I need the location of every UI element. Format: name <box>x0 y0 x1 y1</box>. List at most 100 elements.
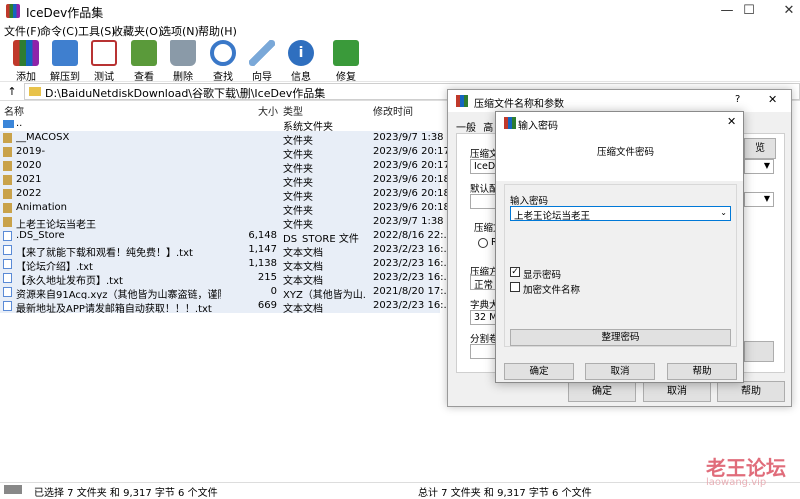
folder-row[interactable]: 2019- 文件夹 2023/9/6 20:17 <box>0 145 448 161</box>
cell-name: 2021 <box>16 174 42 185</box>
cell-modified: 2023/9/6 20:18 <box>373 188 448 199</box>
password-header: 压缩文件密码 <box>496 134 743 181</box>
find-button[interactable]: 查找 <box>203 40 243 83</box>
password-dialog-title: 输入密码 <box>518 121 558 132</box>
chevron-down-icon: ▼ <box>763 194 770 203</box>
cell-modified: 2023/9/6 20:18 <box>373 174 448 185</box>
folder-row[interactable]: 2022 文件夹 2023/9/6 20:18 <box>0 187 448 203</box>
password-ok-button[interactable]: 确定 <box>504 363 574 380</box>
books-add-icon <box>13 40 39 66</box>
menu-options[interactable]: 选项(N) <box>160 23 199 39</box>
dialog-title-bar: 压缩文件名称和参数 ? ✕ <box>448 90 791 112</box>
organize-passwords-button[interactable]: 整理密码 <box>510 329 731 346</box>
password-cancel-button[interactable]: 取消 <box>585 363 655 380</box>
cell-type: 文本文档 <box>283 304 323 315</box>
help-icon[interactable]: ? <box>735 94 740 105</box>
title-bar: IceDev作品集 — ☐ ✕ <box>0 0 800 22</box>
folder-row[interactable]: 上老王论坛当老王 文件夹 2023/9/7 1:38 <box>0 215 444 231</box>
column-size[interactable]: 大小 <box>258 103 278 118</box>
menu-help[interactable]: 帮助(H) <box>198 23 237 39</box>
parent-folder-row[interactable]: .. 系统文件夹 <box>0 117 450 133</box>
repair-book-icon <box>333 40 359 66</box>
window-title: IceDev作品集 <box>26 6 104 20</box>
cell-modified: 2023/9/6 20:17 <box>373 146 448 157</box>
cell-name: 最新地址及APP请发邮箱自动获取！！！.txt <box>16 304 212 315</box>
column-name[interactable]: 名称 <box>4 103 24 118</box>
cell-modified: 2023/9/7 1:38 <box>373 216 444 227</box>
chevron-down-icon: ▼ <box>763 161 770 170</box>
parent-folder-icon <box>3 120 14 128</box>
file-row[interactable]: 【来了就能下载和观看！纯免费！】.txt 1,147 文本文档 2023/2/23 1… <box>0 243 448 259</box>
file-row[interactable]: 资源来自91Acg.xyz（其他皆为山寨盗链，谨防被...0XYZ（其他皆为山.… <box>0 285 448 301</box>
cell-name: Animation <box>16 202 67 213</box>
view-button[interactable]: 查看 <box>124 40 164 83</box>
cell-modified: 2022/8/16 22:... <box>373 230 448 241</box>
wizard-button[interactable]: 向导 <box>242 40 282 83</box>
folder-row[interactable]: 2020 文件夹 2023/9/6 20:17 <box>0 159 448 175</box>
profile-dropdown[interactable]: ▼ <box>744 192 774 207</box>
archive-name-dropdown[interactable]: ▼ <box>744 159 774 174</box>
folder-row[interactable]: Animation 文件夹 2023/9/6 20:18 <box>0 201 448 217</box>
cell-size: 0 <box>270 286 277 297</box>
close-button[interactable]: ✕ <box>766 0 800 22</box>
cell-modified: 2023/9/6 20:17 <box>373 160 448 171</box>
wand-icon <box>249 40 275 66</box>
file-row[interactable]: .DS_Store 6,148 DS_STORE 文件 2022/8/16 22:..… <box>0 229 448 245</box>
cell-size: 1,138 <box>248 258 277 269</box>
up-arrow-icon[interactable]: ↑ <box>4 84 20 99</box>
password-close-button[interactable]: ✕ <box>727 115 736 128</box>
menu-command[interactable]: 命令(C) <box>40 23 78 39</box>
cell-modified: 2023/2/23 16:... <box>373 300 448 311</box>
watermark-url: laowang.vip <box>706 477 767 488</box>
cell-size: 215 <box>257 272 277 283</box>
menu-file[interactable]: 文件(F) <box>4 23 41 39</box>
cell-name: __MACOSX <box>16 132 70 143</box>
file-icon <box>3 259 12 269</box>
menu-favorites[interactable]: 收藏夹(O) <box>112 23 162 39</box>
browse-button[interactable]: 览 <box>744 138 776 159</box>
repair-button[interactable]: 修复 <box>326 40 366 83</box>
info-button[interactable]: i 信息 <box>281 40 321 83</box>
help-button[interactable]: 帮助 <box>717 381 785 402</box>
encrypt-names-checkbox[interactable] <box>510 282 520 292</box>
encrypt-names-label: 加密文件名称 <box>523 285 581 296</box>
menu-bar: 文件(F) 命令(C) 工具(S) 收藏夹(O) 选项(N) 帮助(H) <box>0 22 800 38</box>
extract-to-button[interactable]: 解压到 <box>45 40 85 83</box>
cell-name: .. <box>16 118 23 129</box>
password-help-button[interactable]: 帮助 <box>667 363 737 380</box>
cell-modified: 2021/8/20 17:... <box>373 286 448 297</box>
info-icon: i <box>288 40 314 66</box>
column-modified[interactable]: 修改时间 <box>373 103 413 118</box>
folder-icon <box>3 217 12 227</box>
password-input[interactable]: 上老王论坛当老王 ⌄ <box>510 206 731 221</box>
show-password-label: 显示密码 <box>523 270 562 281</box>
enter-password-label: 输入密码 <box>510 196 549 207</box>
delete-button[interactable]: 删除 <box>163 40 203 83</box>
cell-name: 2022 <box>16 188 42 199</box>
dialog-title: 压缩文件名称和参数 <box>474 99 564 110</box>
folder-row[interactable]: __MACOSX 文件夹 2023/9/7 1:38 <box>0 131 444 147</box>
file-row[interactable]: 【永久地址发布页】.txt 215 文本文档 2023/2/23 16:... <box>0 271 448 287</box>
cell-modified: 2023/2/23 16:... <box>373 258 448 269</box>
file-row[interactable]: 【论坛介绍】.txt 1,138 文本文档 2023/2/23 16:... <box>0 257 448 273</box>
ok-button[interactable]: 确定 <box>568 381 636 402</box>
file-row[interactable]: 最新地址及APP请发邮箱自动获取！！！.txt 669 文本文档 2023/2/23 … <box>0 299 448 315</box>
folder-icon <box>3 175 12 185</box>
test-button[interactable]: 测试 <box>84 40 124 83</box>
side-button[interactable] <box>744 341 774 362</box>
add-button[interactable]: 添加 <box>6 40 46 83</box>
show-password-checkbox[interactable]: ✓ <box>510 267 520 277</box>
cell-size: 669 <box>257 300 277 311</box>
toolbar: 添加 解压到 测试 查看 删除 查找 向导 i 信息 修复 <box>0 38 800 83</box>
rar-radio[interactable] <box>478 238 488 248</box>
status-bar: 已选择 7 文件夹 和 9,317 字节 6 个文件 总计 7 文件夹 和 9,… <box>0 482 800 499</box>
folder-row[interactable]: 2021 文件夹 2023/9/6 20:18 <box>0 173 448 189</box>
cell-modified: 2023/2/23 16:... <box>373 272 448 283</box>
folder-icon <box>3 147 12 157</box>
dialog-close-button[interactable]: ✕ <box>768 93 777 106</box>
column-type[interactable]: 类型 <box>283 103 303 118</box>
chevron-down-icon: ⌄ <box>720 208 727 217</box>
cancel-button[interactable]: 取消 <box>643 381 711 402</box>
folder-icon <box>3 203 12 213</box>
menu-tools[interactable]: 工具(S) <box>78 23 116 39</box>
